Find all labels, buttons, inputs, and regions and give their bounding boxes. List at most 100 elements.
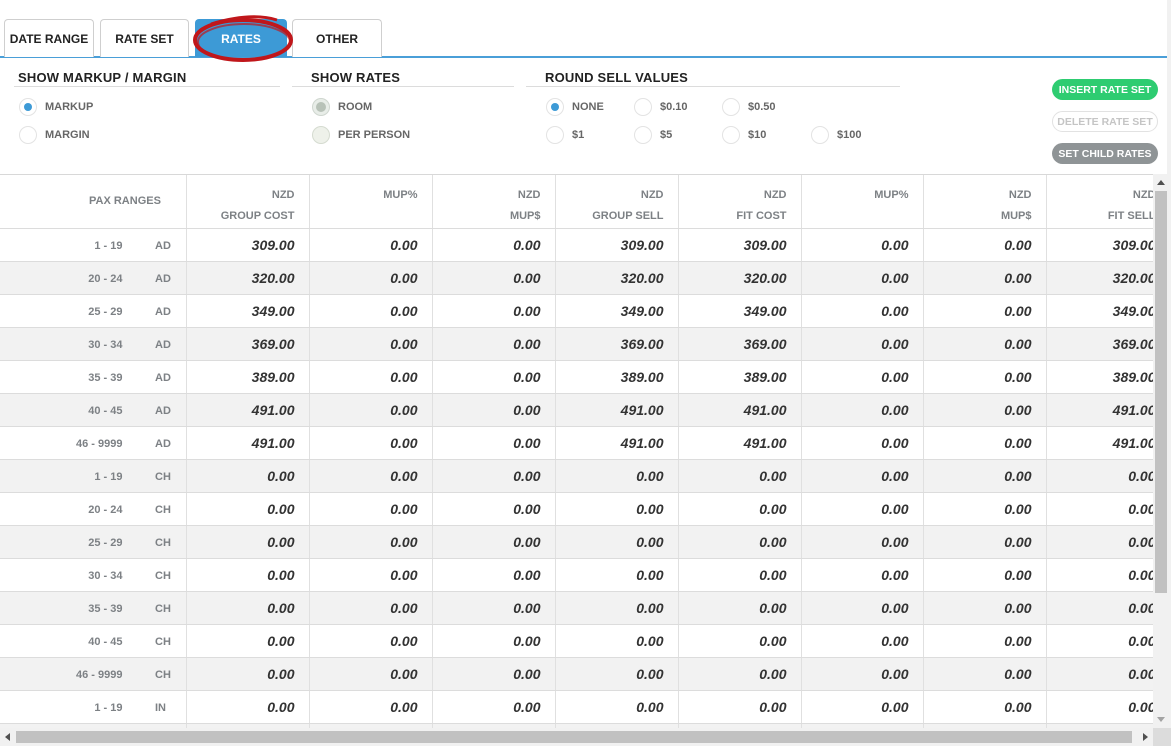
radio-round-5[interactable]: $5: [634, 126, 672, 144]
rate-cell[interactable]: 0.00: [309, 294, 433, 328]
rate-cell[interactable]: 369.00: [1046, 327, 1153, 361]
rate-cell[interactable]: 0.00: [309, 591, 433, 625]
rate-cell[interactable]: 0.00: [801, 426, 924, 460]
rate-cell[interactable]: 0.00: [801, 591, 924, 625]
rate-cell[interactable]: 0.00: [309, 624, 433, 658]
rate-cell[interactable]: 0.00: [432, 228, 556, 262]
rate-cell[interactable]: 0.00: [678, 459, 802, 493]
rate-cell[interactable]: 0.00: [923, 624, 1047, 658]
rate-cell[interactable]: 0.00: [432, 459, 556, 493]
rate-cell[interactable]: 0.00: [309, 393, 433, 427]
rate-cell[interactable]: 0.00: [432, 294, 556, 328]
rate-cell[interactable]: 0.00: [309, 426, 433, 460]
rate-cell[interactable]: 0.00: [801, 327, 924, 361]
rate-cell[interactable]: 0.00: [1046, 657, 1153, 691]
rate-cell[interactable]: 0.00: [801, 492, 924, 526]
rate-cell[interactable]: 0.00: [923, 459, 1047, 493]
rate-cell[interactable]: 0.00: [678, 624, 802, 658]
rate-cell[interactable]: 0.00: [186, 492, 310, 526]
rate-cell[interactable]: 309.00: [555, 228, 679, 262]
rate-cell[interactable]: 491.00: [1046, 426, 1153, 460]
rate-cell[interactable]: 320.00: [555, 261, 679, 295]
scroll-up-icon[interactable]: [1157, 180, 1165, 185]
rate-cell[interactable]: 349.00: [678, 294, 802, 328]
rate-cell[interactable]: 0.00: [923, 591, 1047, 625]
rate-cell[interactable]: 0.00: [186, 591, 310, 625]
rate-cell[interactable]: 0.00: [923, 690, 1047, 724]
rate-cell[interactable]: 320.00: [186, 261, 310, 295]
rate-cell[interactable]: 0.00: [801, 558, 924, 592]
rate-cell[interactable]: 0.00: [432, 525, 556, 559]
rate-cell[interactable]: 0.00: [678, 492, 802, 526]
rate-cell[interactable]: 0.00: [432, 690, 556, 724]
rate-cell[interactable]: 349.00: [1046, 294, 1153, 328]
rate-cell[interactable]: 0.00: [309, 690, 433, 724]
rate-cell[interactable]: 0.00: [801, 228, 924, 262]
rate-cell[interactable]: 0.00: [1046, 558, 1153, 592]
rate-cell[interactable]: 0.00: [923, 294, 1047, 328]
rate-cell[interactable]: 0.00: [801, 294, 924, 328]
rate-cell[interactable]: 0.00: [432, 327, 556, 361]
radio-round-10[interactable]: $10: [722, 126, 766, 144]
rate-cell[interactable]: 0.00: [555, 624, 679, 658]
rate-cell[interactable]: 0.00: [309, 360, 433, 394]
tab-rates[interactable]: RATES: [195, 19, 287, 57]
rate-cell[interactable]: 0.00: [555, 558, 679, 592]
rate-cell[interactable]: 0.00: [432, 591, 556, 625]
radio-margin[interactable]: MARGIN: [19, 126, 90, 144]
rate-cell[interactable]: 369.00: [678, 327, 802, 361]
rate-cell[interactable]: 309.00: [678, 228, 802, 262]
rate-cell[interactable]: 491.00: [1046, 393, 1153, 427]
rate-cell[interactable]: 0.00: [801, 690, 924, 724]
rate-cell[interactable]: 0.00: [801, 360, 924, 394]
tab-other[interactable]: OTHER: [292, 19, 382, 57]
rate-cell[interactable]: 0.00: [186, 558, 310, 592]
rate-cell[interactable]: 0.00: [678, 591, 802, 625]
rate-cell[interactable]: 0.00: [1046, 624, 1153, 658]
rate-cell[interactable]: 349.00: [186, 294, 310, 328]
rate-cell[interactable]: 0.00: [923, 558, 1047, 592]
rate-cell[interactable]: 491.00: [555, 426, 679, 460]
rate-cell[interactable]: 0.00: [432, 261, 556, 295]
rate-cell[interactable]: 0.00: [1046, 459, 1153, 493]
rate-cell[interactable]: 0.00: [678, 558, 802, 592]
tab-date-range[interactable]: DATE RANGE: [4, 19, 94, 57]
rate-cell[interactable]: 491.00: [186, 393, 310, 427]
rate-cell[interactable]: 0.00: [1046, 492, 1153, 526]
scroll-left-icon[interactable]: [5, 733, 10, 741]
rate-cell[interactable]: 309.00: [1046, 228, 1153, 262]
radio-room[interactable]: ROOM: [312, 98, 372, 116]
radio-round-100[interactable]: $100: [811, 126, 861, 144]
rate-cell[interactable]: 0.00: [678, 657, 802, 691]
rate-cell[interactable]: 0.00: [186, 525, 310, 559]
scroll-right-icon[interactable]: [1143, 733, 1148, 741]
set-child-rates-button[interactable]: SET CHILD RATES: [1052, 143, 1158, 164]
rate-cell[interactable]: 349.00: [555, 294, 679, 328]
rate-cell[interactable]: 0.00: [432, 624, 556, 658]
rate-cell[interactable]: 0.00: [309, 525, 433, 559]
rate-cell[interactable]: 0.00: [801, 525, 924, 559]
rate-cell[interactable]: 0.00: [309, 228, 433, 262]
radio-markup[interactable]: MARKUP: [19, 98, 93, 116]
rate-cell[interactable]: 0.00: [801, 393, 924, 427]
rate-cell[interactable]: 491.00: [678, 426, 802, 460]
rate-cell[interactable]: 0.00: [801, 624, 924, 658]
rate-cell[interactable]: 491.00: [678, 393, 802, 427]
rate-cell[interactable]: 320.00: [678, 261, 802, 295]
radio-round-0-10[interactable]: $0.10: [634, 98, 688, 116]
radio-per-person[interactable]: PER PERSON: [312, 126, 410, 144]
vertical-scrollbar[interactable]: [1153, 174, 1171, 728]
radio-round-1[interactable]: $1: [546, 126, 584, 144]
rate-cell[interactable]: 0.00: [186, 459, 310, 493]
rate-cell[interactable]: 0.00: [186, 624, 310, 658]
rate-cell[interactable]: 491.00: [555, 393, 679, 427]
rate-cell[interactable]: 0.00: [1046, 690, 1153, 724]
insert-rate-set-button[interactable]: INSERT RATE SET: [1052, 79, 1158, 100]
scroll-down-icon[interactable]: [1157, 717, 1165, 722]
rate-cell[interactable]: 0.00: [678, 690, 802, 724]
rate-cell[interactable]: 0.00: [186, 690, 310, 724]
rate-cell[interactable]: 389.00: [186, 360, 310, 394]
rate-cell[interactable]: 0.00: [555, 459, 679, 493]
rate-cell[interactable]: 369.00: [555, 327, 679, 361]
rate-cell[interactable]: 320.00: [1046, 261, 1153, 295]
